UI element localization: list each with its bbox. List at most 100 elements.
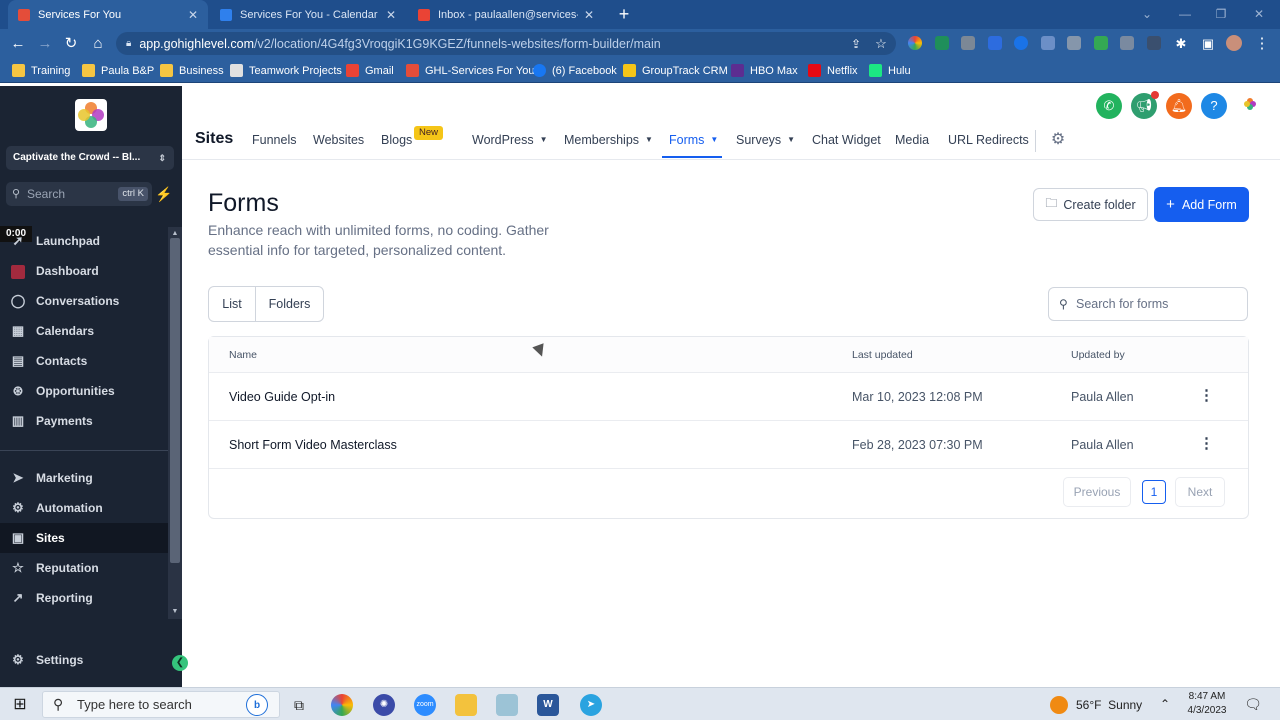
view-list-button[interactable]: List	[209, 287, 256, 321]
weather-widget[interactable]: 56°F Sunny	[1050, 694, 1142, 716]
bing-icon[interactable]: b	[246, 694, 268, 716]
extension-icon[interactable]	[1120, 36, 1134, 50]
nav-funnels[interactable]: Funnels	[252, 133, 296, 147]
more-options-icon[interactable]: ⋮	[1199, 434, 1214, 454]
help-icon[interactable]: ?	[1201, 93, 1227, 119]
view-folders-button[interactable]: Folders	[256, 287, 323, 321]
page-number-button[interactable]: 1	[1142, 480, 1166, 504]
reload-icon[interactable]: ↻	[61, 34, 81, 54]
task-view-icon[interactable]: ⧉	[288, 694, 310, 716]
extension-icon[interactable]	[1067, 36, 1081, 50]
column-header-name[interactable]: Name	[229, 349, 257, 361]
word-icon[interactable]: W	[537, 694, 559, 716]
close-tab-icon[interactable]: ✕	[584, 8, 594, 22]
extension-icon[interactable]	[935, 36, 949, 50]
nav-surveys[interactable]: Surveys ▼	[736, 133, 795, 147]
nav-memberships[interactable]: Memberships ▼	[564, 133, 653, 147]
extension-icon[interactable]	[908, 36, 922, 50]
notification-center-icon[interactable]: 🗨︎	[1243, 694, 1263, 714]
app-icon[interactable]: ✺	[373, 694, 395, 716]
bookmark-hbomax[interactable]: HBO Max	[731, 63, 798, 78]
close-window-icon[interactable]: ✕	[1248, 5, 1270, 23]
quick-action-bolt-icon[interactable]: ⚡	[154, 182, 174, 206]
browser-menu-icon[interactable]: ⋮	[1252, 34, 1272, 54]
close-tab-icon[interactable]: ✕	[188, 8, 198, 22]
browser-tab-services[interactable]: Services For You ✕	[8, 0, 208, 29]
form-name[interactable]: Video Guide Opt-in	[229, 390, 335, 404]
extension-icon[interactable]	[961, 36, 975, 50]
zoom-icon[interactable]: zoom	[414, 694, 436, 716]
table-row[interactable]: Video Guide Opt-in Mar 10, 2023 12:08 PM…	[209, 373, 1248, 421]
column-header-last-updated[interactable]: Last updated	[852, 349, 913, 361]
minimize-icon[interactable]: —	[1174, 5, 1196, 23]
table-row[interactable]: Short Form Video Masterclass Feb 28, 202…	[209, 421, 1248, 469]
create-folder-button[interactable]: 🗀︎ Create folder	[1033, 188, 1148, 221]
browser-tab-calendar[interactable]: Services For You - Calendar - We ✕	[210, 0, 406, 29]
close-tab-icon[interactable]: ✕	[386, 8, 396, 22]
file-explorer-icon[interactable]	[455, 694, 477, 716]
bookmark-training[interactable]: Training	[12, 63, 70, 78]
extension-icon[interactable]	[988, 36, 1002, 50]
scroll-up-icon[interactable]: ▲	[168, 229, 182, 239]
form-name[interactable]: Short Form Video Masterclass	[229, 438, 397, 452]
sidebar-item-reporting[interactable]: ↗ Reporting	[0, 583, 168, 613]
sidebar-scroll-thumb[interactable]	[170, 238, 180, 563]
sidebar-item-payments[interactable]: ▥ Payments	[0, 406, 168, 436]
nav-chat-widget[interactable]: Chat Widget	[812, 133, 881, 147]
back-icon[interactable]: ←	[8, 34, 28, 54]
extension-icon[interactable]	[1014, 36, 1028, 50]
nav-wordpress[interactable]: WordPress ▼	[472, 133, 548, 147]
sidebar-item-reputation[interactable]: ☆ Reputation	[0, 553, 168, 583]
nav-media[interactable]: Media	[895, 133, 929, 147]
bookmark-star-icon[interactable]: ☆	[871, 34, 891, 54]
bookmark-ghl[interactable]: GHL-Services For You	[406, 63, 534, 78]
sidebar-item-conversations[interactable]: ◯ Conversations	[0, 286, 168, 316]
bookmark-paula-bp[interactable]: Paula B&P	[82, 63, 154, 78]
app-icon[interactable]	[496, 694, 518, 716]
bookmark-hulu[interactable]: Hulu	[869, 63, 911, 78]
nav-forms[interactable]: Forms ▼	[669, 133, 718, 147]
bookmark-gmail[interactable]: Gmail	[346, 63, 394, 78]
url-input[interactable]: 🔒︎ app.gohighlevel.com/v2/location/4G4fg…	[116, 32, 896, 55]
app-logo-icon[interactable]	[1243, 97, 1257, 111]
bookmark-facebook[interactable]: (6) Facebook	[533, 63, 617, 78]
telegram-icon[interactable]: ➤	[580, 694, 602, 716]
browser-tab-inbox[interactable]: Inbox - paulaallen@services-fory ✕	[408, 0, 604, 29]
column-header-updated-by[interactable]: Updated by	[1071, 349, 1125, 361]
sidebar-item-automation[interactable]: ⚙ Automation	[0, 493, 168, 523]
bookmark-grouptrack[interactable]: GroupTrack CRM	[623, 63, 728, 78]
share-icon[interactable]: ⇪	[846, 34, 866, 54]
tray-chevron-up-icon[interactable]: ⌃	[1157, 694, 1173, 714]
extension-icon[interactable]	[1041, 36, 1055, 50]
add-form-button[interactable]: + Add Form	[1154, 187, 1249, 222]
sidebar-item-launchpad[interactable]: ➚ Launchpad	[0, 226, 168, 256]
sidebar-item-opportunities[interactable]: ⊛ Opportunities	[0, 376, 168, 406]
settings-gear-icon[interactable]: ⚙	[1048, 130, 1068, 150]
scroll-down-icon[interactable]: ▼	[168, 607, 182, 617]
nav-websites[interactable]: Websites	[313, 133, 364, 147]
side-panel-icon[interactable]: ▣	[1198, 34, 1218, 54]
home-icon[interactable]: ⌂	[88, 34, 108, 54]
phone-icon[interactable]: ✆	[1096, 93, 1122, 119]
collapse-sidebar-icon[interactable]: ❮	[172, 655, 188, 671]
sidebar-search-input[interactable]: ⚲ Search ctrl K	[6, 182, 152, 206]
new-tab-button[interactable]: +	[614, 4, 634, 24]
bookmark-business[interactable]: Business	[160, 63, 224, 78]
sidebar-item-calendars[interactable]: ▦ Calendars	[0, 316, 168, 346]
system-clock[interactable]: 8:47 AM 4/3/2023	[1182, 690, 1232, 718]
maximize-icon[interactable]: ❐	[1210, 5, 1232, 23]
windows-start-icon[interactable]: ⊞	[10, 695, 30, 715]
nav-blogs[interactable]: Blogs	[381, 133, 412, 147]
bookmark-netflix[interactable]: Netflix	[808, 63, 858, 78]
profile-avatar[interactable]	[1226, 35, 1242, 51]
sidebar-item-sites[interactable]: ▣ Sites	[0, 523, 168, 553]
search-forms-input[interactable]: ⚲ Search for forms	[1048, 287, 1248, 321]
account-switcher[interactable]: Captivate the Crowd -- Bl... ⇕	[6, 146, 174, 170]
taskbar-search-input[interactable]: ⚲ Type here to search	[42, 691, 280, 718]
sidebar-item-contacts[interactable]: ▤ Contacts	[0, 346, 168, 376]
bell-icon[interactable]: 🔔︎	[1166, 93, 1192, 119]
nav-url-redirects[interactable]: URL Redirects	[948, 133, 1029, 147]
more-options-icon[interactable]: ⋮	[1199, 386, 1214, 406]
tab-search-icon[interactable]: ⌄	[1136, 5, 1158, 23]
chrome-icon[interactable]	[331, 694, 353, 716]
